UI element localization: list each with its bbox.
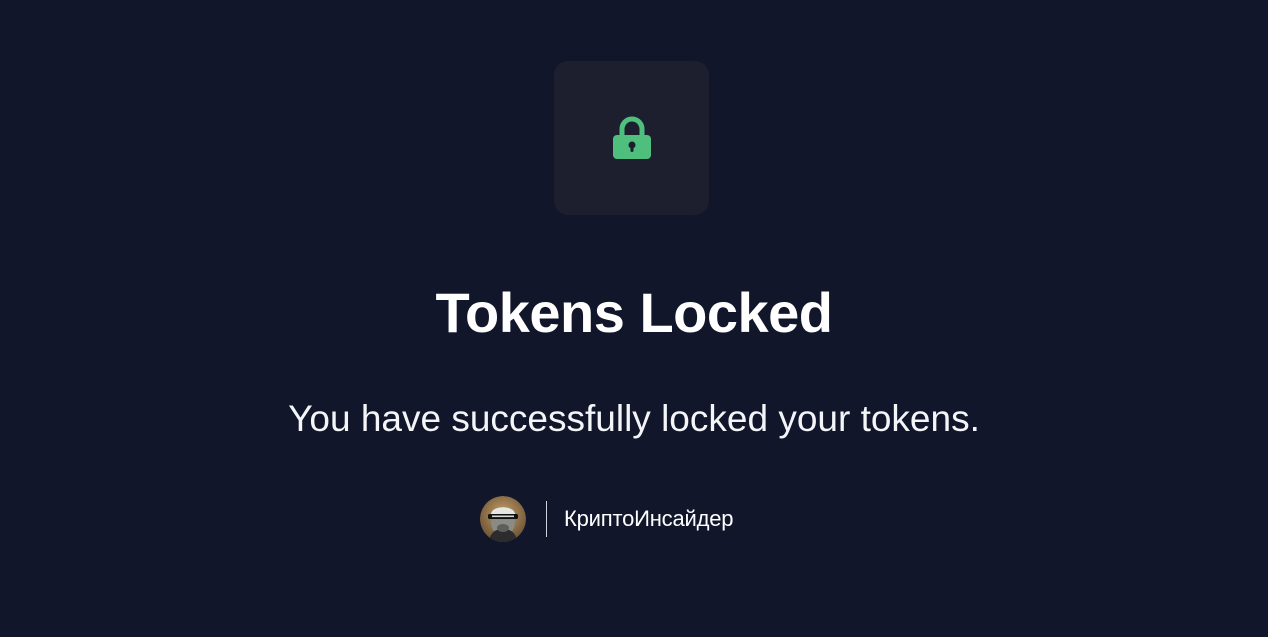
brand-name: КриптоИнсайдер — [564, 506, 734, 531]
divider — [546, 501, 547, 537]
lock-icon-tile — [554, 61, 709, 215]
page-title: Tokens Locked — [435, 281, 833, 344]
avatar — [480, 496, 526, 542]
success-message: You have successfully locked your tokens… — [288, 398, 980, 439]
lock-icon — [612, 116, 652, 160]
branding: КриптоИнсайдер — [480, 496, 734, 542]
